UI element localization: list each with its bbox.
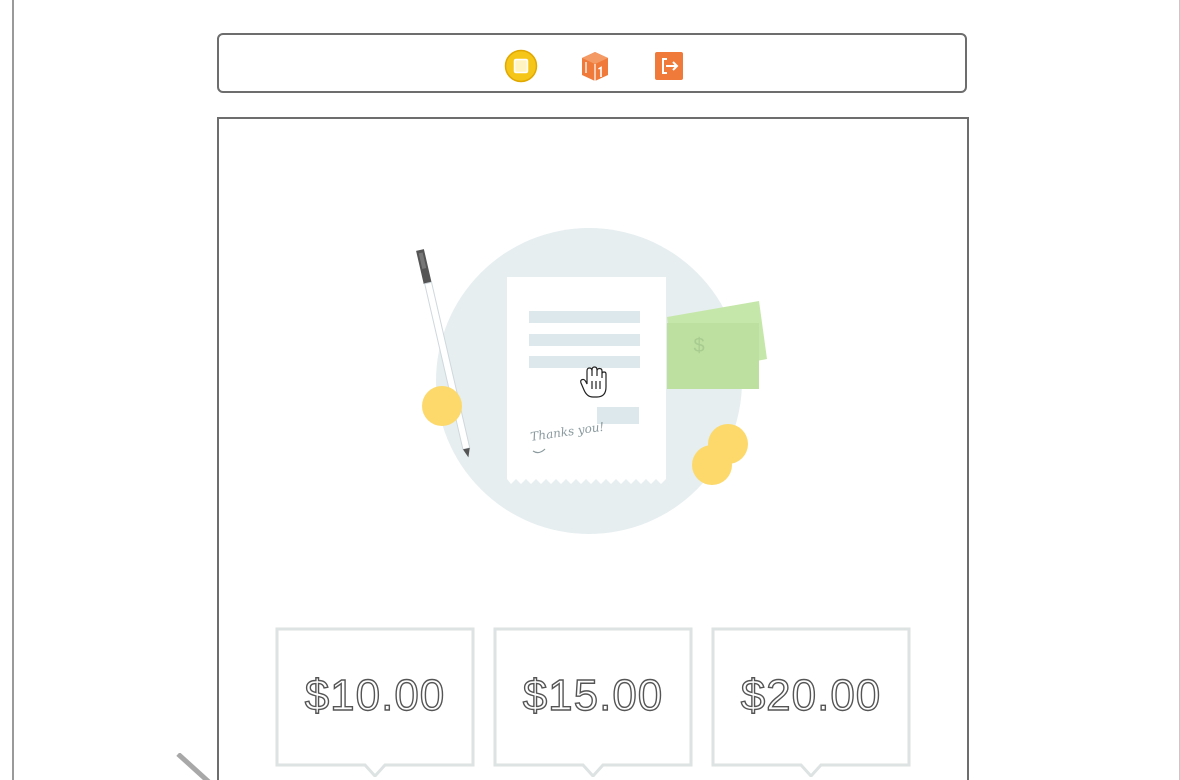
money-symbol: $	[693, 335, 704, 357]
exit-icon[interactable]	[652, 49, 686, 83]
coin	[692, 445, 732, 485]
tip-amount-label: $10.00	[304, 670, 446, 720]
canvas-edge-left	[12, 0, 14, 780]
first-responder-icon[interactable]	[578, 49, 612, 83]
tip-button-20[interactable]: $20.00	[711, 627, 911, 777]
scene-dock[interactable]	[217, 33, 967, 93]
tip-amount-label: $15.00	[522, 670, 664, 720]
storyboard-canvas[interactable]: $ Thanks you! $10.00 $15.00 $20.00	[0, 0, 1180, 780]
tip-button-10[interactable]: $10.00	[275, 627, 475, 777]
tip-amount-label: $20.00	[740, 670, 882, 720]
view-controller-icon[interactable]	[504, 49, 538, 83]
coin	[422, 386, 462, 426]
tip-illustration: $ Thanks you!	[409, 219, 779, 549]
view-controller-scene[interactable]: $ Thanks you! $10.00 $15.00 $20.00	[217, 117, 969, 780]
tip-button-15[interactable]: $15.00	[493, 627, 693, 777]
segue-arrow[interactable]	[176, 753, 216, 780]
